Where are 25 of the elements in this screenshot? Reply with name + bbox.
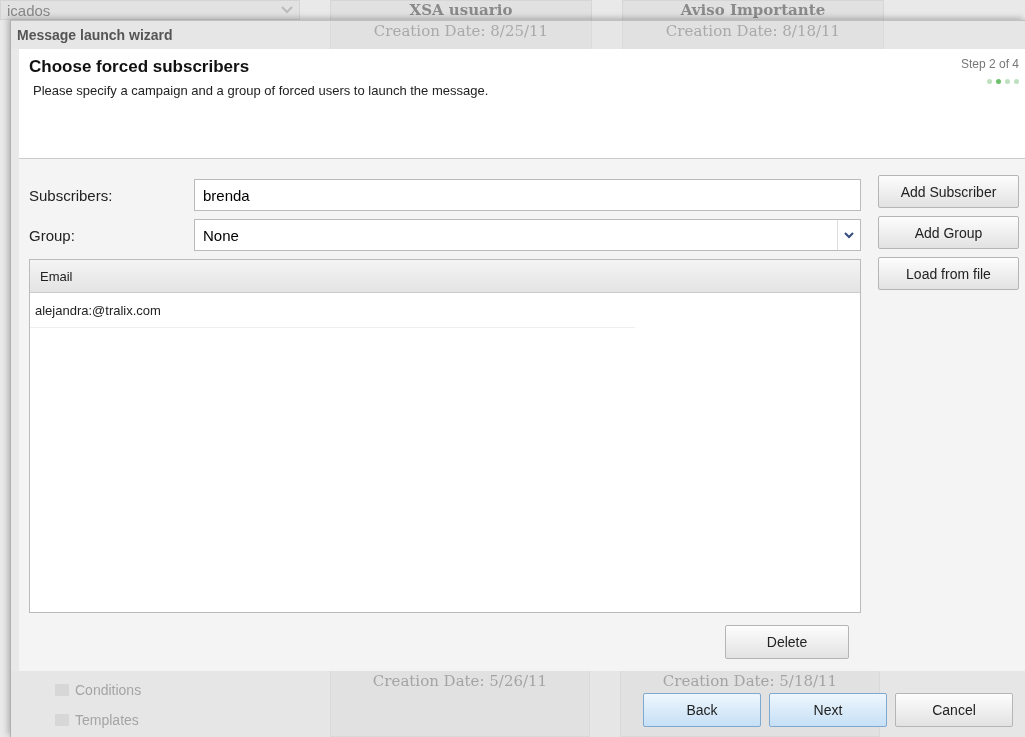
side-button[interactable]: Add Group (878, 216, 1019, 249)
field-label: Group: (29, 226, 76, 244)
field-label: Subscribers: (29, 186, 114, 204)
sidebar-item: Templates (75, 712, 139, 728)
group-dropdown[interactable]: None (194, 219, 861, 251)
sidebar-item: Conditions (75, 682, 142, 698)
footer-button[interactable]: Next (769, 693, 887, 727)
table-cell[interactable]: alejandra:@tralix.com (30, 293, 635, 328)
card-title: Aviso Importante (679, 1, 827, 20)
card-date: Creation Date: 8/18/11 (664, 21, 842, 42)
card-title: XSA usuario (408, 1, 514, 20)
delete-button[interactable]: Delete (725, 625, 849, 659)
column-header: Email (30, 260, 860, 293)
step-description: Please specify a campaign and a group of forced users to launch the message. (33, 83, 489, 98)
side-button[interactable]: Add Subscriber (878, 175, 1019, 208)
card-date: Creation Date: 8/25/11 (372, 21, 550, 42)
chevron-down-icon (844, 231, 854, 239)
dropdown-value: icados (7, 1, 51, 19)
footer-button[interactable]: Cancel (895, 693, 1013, 727)
chevron-down-icon (281, 6, 293, 14)
subscribers-field[interactable]: brenda (194, 179, 861, 211)
footer-button[interactable]: Back (643, 693, 761, 727)
side-button[interactable]: Load from file (878, 257, 1019, 290)
step-title: Choose forced subscribers (29, 57, 251, 77)
step-counter: Step 2 of 4 (960, 57, 1019, 71)
